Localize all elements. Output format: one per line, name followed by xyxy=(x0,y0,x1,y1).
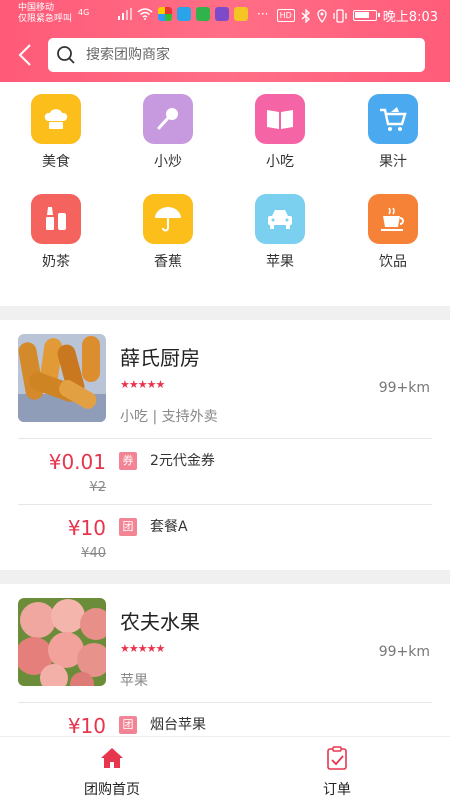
carrier-info: 中国移动 仅限紧急呼叫 xyxy=(18,3,72,25)
category-food[interactable]: 美食 xyxy=(21,94,91,171)
deal-item[interactable]: ¥0.01 ¥2 券 2元代金券 xyxy=(0,438,450,504)
deal-original-price: ¥2 xyxy=(89,480,106,495)
back-button[interactable] xyxy=(14,42,38,68)
notification-icons: ··· xyxy=(118,7,268,21)
shop-image xyxy=(18,334,106,422)
category-milk-tea[interactable]: 奶茶 xyxy=(21,194,91,271)
nav-label: 团购首页 xyxy=(84,782,140,798)
nav-label: 订单 xyxy=(323,782,351,798)
spatula-icon xyxy=(143,94,193,144)
umbrella-icon xyxy=(143,194,193,244)
milk-tea-icon xyxy=(31,194,81,244)
carrier-status: 仅限紧急呼叫 xyxy=(18,14,73,24)
chef-hat-icon xyxy=(31,94,81,144)
shop-header[interactable]: 农夫水果 ★★★★★ 99+km 苹果 xyxy=(0,584,450,702)
location-icon xyxy=(317,8,327,23)
carrier-name: 中国移动 xyxy=(18,3,55,13)
category-label: 美食 xyxy=(42,154,70,170)
book-icon xyxy=(255,94,305,144)
category-label: 香蕉 xyxy=(154,254,182,270)
shop-card: 农夫水果 ★★★★★ 99+km 苹果 ¥10 团 烟台苹果 xyxy=(0,584,450,736)
search-bar[interactable] xyxy=(48,38,425,72)
app-notification-icon xyxy=(158,7,172,21)
header: 中国移动 仅限紧急呼叫 4G ··· HD 晚上8:03 xyxy=(0,0,450,82)
app-notification-icon xyxy=(196,7,210,21)
group-deal-badge: 团 xyxy=(119,518,137,536)
bluetooth-icon xyxy=(301,8,310,23)
cart-icon xyxy=(368,94,418,144)
bottom-nav: 团购首页 订单 xyxy=(0,736,450,800)
home-icon xyxy=(101,748,123,768)
category-label: 小吃 xyxy=(266,154,294,170)
more-notifications: ··· xyxy=(257,7,269,21)
category-grid: 美食 小炒 小吃 果汁 奶茶 香蕉 苹果 饮品 xyxy=(0,84,450,306)
category-banana[interactable]: 香蕉 xyxy=(133,194,203,271)
shop-distance: 99+km xyxy=(378,380,430,396)
deal-price: ¥0.01 xyxy=(48,450,106,474)
deal-name: 套餐A xyxy=(150,519,188,535)
shop-tags: 小吃 | 支持外卖 xyxy=(120,409,218,425)
deal-item[interactable]: ¥10 团 烟台苹果 xyxy=(0,702,450,736)
car-icon xyxy=(255,194,305,244)
app-notification-icon xyxy=(215,7,229,21)
category-label: 小炒 xyxy=(154,154,182,170)
battery-icon xyxy=(352,10,380,21)
category-apple[interactable]: 苹果 xyxy=(245,194,315,271)
shop-image xyxy=(18,598,106,686)
deal-name: 烟台苹果 xyxy=(150,717,206,733)
deal-price: ¥10 xyxy=(67,714,106,736)
status-right: HD 晚上8:03 xyxy=(276,6,438,25)
deal-original-price: ¥40 xyxy=(81,546,106,561)
category-juice[interactable]: 果汁 xyxy=(358,94,428,171)
mail-icon xyxy=(234,7,248,21)
coffee-cup-icon xyxy=(368,194,418,244)
category-snack[interactable]: 小吃 xyxy=(245,94,315,171)
deal-item[interactable]: ¥10 ¥40 团 套餐A xyxy=(0,504,450,570)
telegram-icon xyxy=(177,7,191,21)
category-label: 饮品 xyxy=(379,254,407,270)
wifi-icon xyxy=(137,8,153,20)
deal-name: 2元代金券 xyxy=(150,453,215,469)
clipboard-icon xyxy=(327,746,347,770)
deal-price: ¥10 xyxy=(67,516,106,540)
shop-name: 薛氏厨房 xyxy=(120,346,200,370)
network-type: 4G xyxy=(78,8,90,17)
status-bar: 中国移动 仅限紧急呼叫 4G ··· HD 晚上8:03 xyxy=(0,0,450,30)
group-deal-badge: 团 xyxy=(119,716,137,734)
star-rating: ★★★★★ xyxy=(120,378,165,391)
category-label: 果汁 xyxy=(379,154,407,170)
category-stir-fry[interactable]: 小炒 xyxy=(133,94,203,171)
hd-badge: HD xyxy=(276,9,295,22)
section-divider xyxy=(0,570,450,584)
shop-distance: 99+km xyxy=(378,644,430,660)
signal-icon xyxy=(118,8,132,20)
search-icon xyxy=(57,46,75,64)
category-label: 苹果 xyxy=(266,254,294,270)
vibrate-icon xyxy=(333,8,347,23)
nav-tab-orders[interactable]: 订单 xyxy=(277,737,397,800)
star-rating: ★★★★★ xyxy=(120,642,165,655)
voucher-badge: 券 xyxy=(119,452,137,470)
search-input[interactable] xyxy=(86,47,406,63)
category-drinks[interactable]: 饮品 xyxy=(358,194,428,271)
shop-card: 薛氏厨房 ★★★★★ 99+km 小吃 | 支持外卖 ¥0.01 ¥2 券 2元… xyxy=(0,320,450,570)
category-label: 奶茶 xyxy=(42,254,70,270)
chevron-left-icon xyxy=(18,44,31,66)
clock: 晚上8:03 xyxy=(382,10,438,25)
nav-tab-home[interactable]: 团购首页 xyxy=(52,737,172,800)
shop-header[interactable]: 薛氏厨房 ★★★★★ 99+km 小吃 | 支持外卖 xyxy=(0,320,450,438)
shop-name: 农夫水果 xyxy=(120,610,200,634)
shop-tags: 苹果 xyxy=(120,673,148,689)
section-divider xyxy=(0,306,450,320)
